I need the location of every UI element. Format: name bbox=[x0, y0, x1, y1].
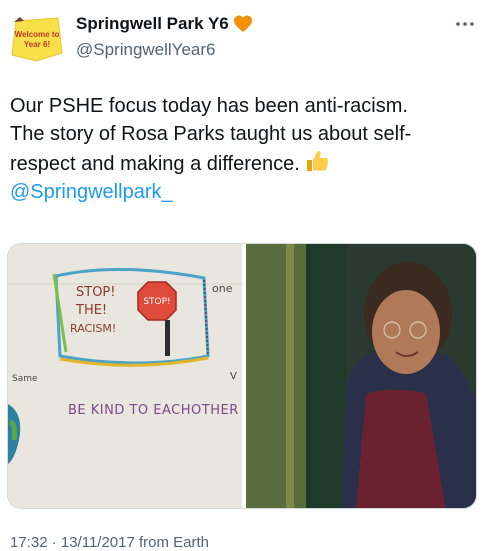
display-name-text[interactable]: Springwell Park Y6 bbox=[76, 14, 229, 34]
tweet-text-line: The story of Rosa Parks taught us about … bbox=[10, 123, 412, 145]
tweet-header: Welcome to Year 6! Springwell Park Y6 @S… bbox=[0, 0, 485, 80]
children-drawing-photo[interactable]: STOP! THE! RACISM! STOP! one Same V BE K… bbox=[8, 244, 242, 508]
tweet-text-line-content: respect and making a difference. bbox=[10, 153, 300, 175]
drawing-bottom-text: BE KIND TO EACHOTHER bbox=[68, 403, 239, 418]
drawing-caption-line3: RACISM! bbox=[70, 322, 116, 335]
more-options-icon[interactable] bbox=[452, 14, 478, 34]
mention-link[interactable]: @Springwellpark_ bbox=[10, 178, 475, 206]
drawing-left-label: Same bbox=[12, 374, 38, 384]
tweet-text-line: Our PSHE focus today has been anti-racis… bbox=[10, 95, 408, 117]
drawing-right-label: V bbox=[230, 371, 237, 382]
thumbs-up-icon bbox=[304, 148, 330, 174]
tweet-text-line: respect and making a difference. bbox=[10, 148, 475, 178]
stop-sign-text: STOP! bbox=[143, 297, 170, 307]
user-handle[interactable]: @SpringwellYear6 bbox=[76, 40, 216, 60]
tweet-timestamp[interactable]: 17:32 · 13/11/2017 from Earth bbox=[10, 534, 209, 551]
orange-heart-icon bbox=[233, 14, 253, 34]
drawing-caption-line2: THE! bbox=[75, 303, 107, 318]
drawing-corner-text: one bbox=[212, 282, 233, 295]
svg-text:Welcome to: Welcome to bbox=[15, 30, 60, 39]
tweet-body: Our PSHE focus today has been anti-racis… bbox=[10, 92, 475, 206]
media-grid[interactable]: STOP! THE! RACISM! STOP! one Same V BE K… bbox=[7, 243, 477, 509]
avatar[interactable]: Welcome to Year 6! bbox=[6, 13, 66, 65]
display-name[interactable]: Springwell Park Y6 bbox=[76, 14, 253, 34]
rosa-parks-photo[interactable] bbox=[246, 244, 476, 508]
svg-text:Year 6!: Year 6! bbox=[24, 40, 50, 49]
drawing-caption-line1: STOP! bbox=[76, 285, 115, 300]
